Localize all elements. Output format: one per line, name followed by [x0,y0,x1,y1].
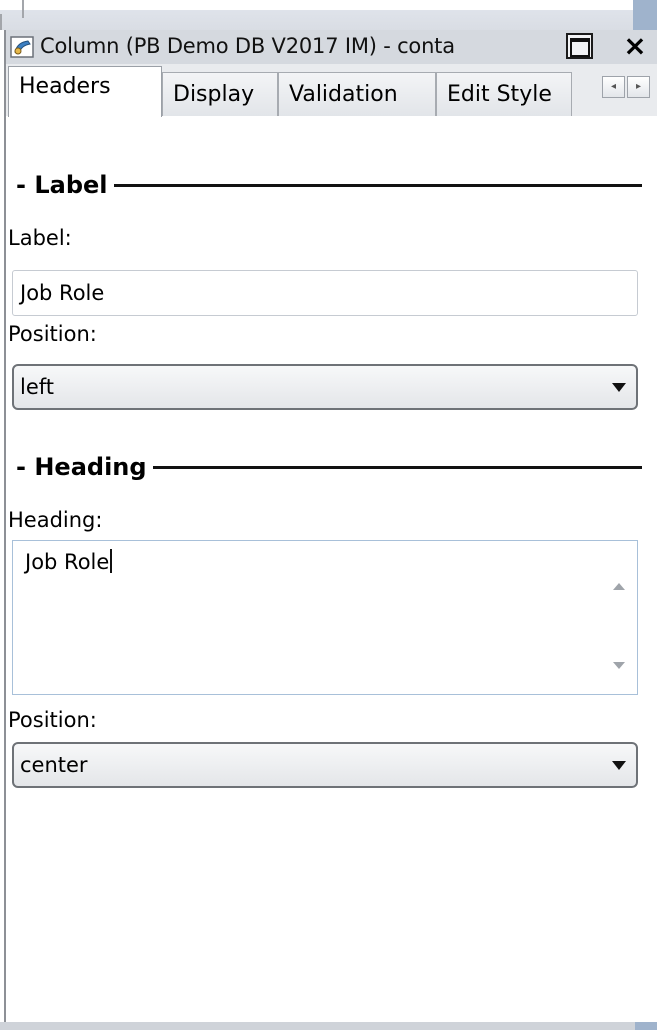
chevron-down-icon [612,761,626,770]
arrow-right-icon: ▸ [635,81,642,92]
label-position-dropdown[interactable]: left [12,364,638,410]
column-properties-panel: Column (PB Demo DB V2017 IM) - conta × H… [4,30,657,1022]
tab-label: Headers [19,74,111,99]
tab-headers[interactable]: Headers [8,66,162,117]
tab-scroll-right-button[interactable]: ▸ [627,76,650,98]
textarea-scrollbar[interactable] [609,545,629,687]
tab-label: Display [173,82,255,107]
headers-tab-content: - Label Label: Job Role Position: left -… [6,116,657,1022]
window-edge [635,1022,657,1030]
bottom-window-strip [0,1022,657,1030]
arrow-left-icon: ◂ [610,81,617,92]
window-edge [633,0,657,30]
heading-text: Job Role [25,550,110,574]
scroll-up-icon[interactable] [613,583,625,590]
tab-label: Edit Style [447,82,552,107]
top-window-strip [0,0,657,30]
tab-validation[interactable]: Validation [278,72,436,116]
heading-textarea[interactable]: Job Role [12,540,638,695]
dropdown-value: left [20,375,55,399]
tab-strip: Headers Display Validation Edit Style ◂ … [6,64,657,117]
text-cursor [110,549,113,573]
tab-label: Validation [289,82,398,107]
section-dash: - [16,171,35,199]
section-title: Label [34,171,108,199]
label-input[interactable]: Job Role [12,270,638,316]
section-divider [152,465,642,469]
heading-section-header: - Heading [16,452,642,482]
tab-scroll-left-button[interactable]: ◂ [602,76,625,98]
heading-position-caption: Position: [8,708,97,732]
close-icon: × [623,29,647,62]
window-title: Column (PB Demo DB V2017 IM) - conta [40,34,455,58]
label-position-caption: Position: [8,322,97,346]
column-properties-icon [10,36,34,58]
maximize-button[interactable] [566,33,593,59]
title-bar[interactable]: Column (PB Demo DB V2017 IM) - conta × [6,30,657,65]
heading-position-dropdown[interactable]: center [12,742,638,788]
label-field-caption: Label: [8,226,72,250]
chevron-down-icon [612,383,626,392]
label-section-header: - Label [16,170,642,200]
maximize-icon [569,38,590,57]
section-title: Heading [34,453,147,481]
heading-field-caption: Heading: [8,508,103,532]
tab-display[interactable]: Display [162,72,278,116]
divider [0,14,2,30]
section-divider [113,183,642,187]
close-button[interactable]: × [619,32,651,60]
tab-edit-style[interactable]: Edit Style [436,72,572,116]
scroll-down-icon[interactable] [613,662,625,669]
section-dash: - [16,453,35,481]
dropdown-value: center [20,753,88,777]
divider [22,0,24,18]
